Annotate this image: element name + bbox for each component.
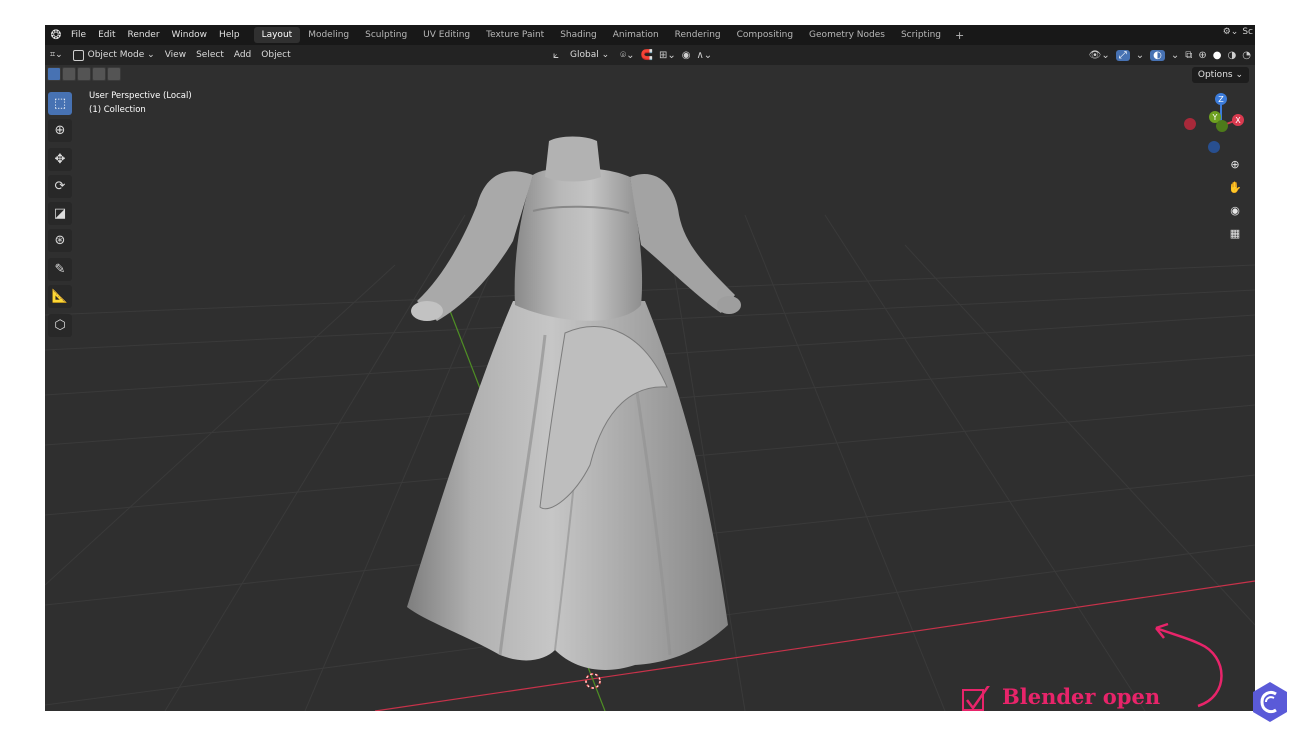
orientation-icon: ⟀ (553, 49, 559, 61)
tab-uv-editing[interactable]: UV Editing (415, 27, 478, 43)
material-shading-icon[interactable]: ◑ (1228, 50, 1237, 61)
tab-animation[interactable]: Animation (605, 27, 667, 43)
chevron-down-icon: ⌄ (144, 50, 155, 60)
gizmo-dropdown-icon[interactable]: ⌄ (1136, 50, 1144, 61)
brand-logo-icon (1253, 682, 1287, 722)
measure-tool[interactable]: 📐 (48, 285, 72, 308)
overlay-toggle-icon[interactable]: ◐ (1150, 49, 1165, 61)
annotate-tool[interactable]: ✎ (48, 258, 72, 281)
add-workspace-button[interactable]: + (949, 29, 970, 42)
orientation-label: Global (570, 50, 599, 60)
curved-arrow-icon (1155, 622, 1223, 708)
proportional-edit-icon[interactable]: ◉ (682, 50, 691, 61)
mode-dropdown[interactable]: Object Mode ⌄ (68, 49, 160, 61)
menu-object[interactable]: Object (256, 50, 295, 60)
checkbox-check-icon (962, 686, 990, 711)
viewport-header: ⌗⌄ Object Mode ⌄ View Select Add Object … (45, 45, 1255, 65)
scene-label: Sc (1242, 27, 1253, 37)
rotate-icon: ⟳ (54, 179, 66, 194)
rotate-tool[interactable]: ⟳ (48, 175, 72, 198)
visibility-icon[interactable]: 👁⌄ (1089, 50, 1110, 61)
tab-geometry-nodes[interactable]: Geometry Nodes (801, 27, 893, 43)
menu-view[interactable]: View (160, 50, 191, 60)
editor-type-icon[interactable]: ⌗⌄ (45, 50, 68, 60)
y-axis-label: Y (1212, 113, 1218, 122)
workspace-tabs: Layout Modeling Sculpting UV Editing Tex… (253, 27, 971, 43)
3d-cursor-tool-icon: ⊕ (54, 123, 66, 138)
ruler-icon: 📐 (51, 289, 69, 304)
tab-sculpting[interactable]: Sculpting (357, 27, 415, 43)
left-toolbar: ⬚ ⊕ ✥ ⟳ ◪ ⊛ ✎ 📐 ⬡ (48, 92, 74, 341)
tab-scripting[interactable]: Scripting (893, 27, 949, 43)
neg-x-axis-handle (1184, 118, 1196, 130)
menu-select[interactable]: Select (191, 50, 229, 60)
viewport-display-controls: 👁⌄ ⤢ ⌄ ◐ ⌄ ⧉ ⊕ ● ◑ ◔ (1089, 45, 1251, 65)
snap-icon[interactable]: 🧲 (641, 50, 653, 61)
tab-layout[interactable]: Layout (253, 27, 301, 43)
menu-render[interactable]: Render (122, 30, 166, 40)
dress-mesh (407, 136, 741, 670)
scale-icon: ◪ (53, 206, 67, 221)
blender-logo-icon[interactable]: ❂ (47, 28, 65, 43)
menu-edit[interactable]: Edit (92, 30, 121, 40)
menu-add[interactable]: Add (229, 50, 256, 60)
tab-compositing[interactable]: Compositing (729, 27, 801, 43)
mode-label: Object Mode (87, 50, 145, 60)
gizmo-toggle-icon[interactable]: ⤢ (1115, 49, 1130, 61)
transform-icon: ⊛ (54, 233, 66, 248)
neg-z-axis-handle (1208, 141, 1220, 153)
watermark-label: Blender open (1002, 684, 1161, 709)
scale-tool[interactable]: ◪ (48, 202, 72, 225)
z-axis-label: Z (1218, 95, 1224, 104)
3d-viewport[interactable] (45, 65, 1255, 711)
tab-rendering[interactable]: Rendering (667, 27, 729, 43)
overlay-dropdown-icon[interactable]: ⌄ (1171, 50, 1179, 61)
cursor-tool[interactable]: ⊕ (48, 119, 72, 142)
menu-window[interactable]: Window (166, 30, 214, 40)
view-perspective-label: User Perspective (Local) (89, 91, 192, 101)
transform-controls: ⟀ Global ⌄ ⌾⌄ 🧲 ⊞⌄ ◉ ∧⌄ (553, 45, 712, 65)
cursor-select-icon: ⬚ (53, 96, 67, 111)
scene-icon: ⚙⌄ (1222, 27, 1239, 37)
tab-modeling[interactable]: Modeling (300, 27, 357, 43)
perspective-grid-icon[interactable]: ▦ (1227, 226, 1243, 242)
collection-label: (1) Collection (89, 105, 146, 115)
wireframe-shading-icon[interactable]: ⊕ (1198, 50, 1206, 61)
neg-y-axis-handle (1216, 120, 1228, 132)
object-mode-icon (72, 49, 84, 61)
rendered-shading-icon[interactable]: ◔ (1242, 50, 1251, 61)
navigation-gizmo[interactable]: Z X Y (1181, 90, 1253, 156)
add-cube-icon: ⬡ (54, 318, 66, 333)
camera-icon[interactable]: ◉ (1227, 203, 1243, 219)
falloff-icon[interactable]: ∧⌄ (696, 50, 712, 61)
pencil-icon: ✎ (54, 262, 66, 277)
zoom-icon[interactable]: ⊕ (1227, 157, 1243, 173)
tab-shading[interactable]: Shading (552, 27, 605, 43)
blender-window: ❂ File Edit Render Window Help Layout Mo… (45, 25, 1255, 711)
transform-tool[interactable]: ⊛ (48, 229, 72, 252)
solid-shading-icon[interactable]: ● (1213, 50, 1222, 61)
scene-selector[interactable]: ⚙⌄ Sc (1223, 27, 1253, 37)
pan-hand-icon[interactable]: ✋ (1227, 180, 1243, 196)
orientation-dropdown[interactable]: Global ⌄ (565, 50, 614, 60)
pivot-icon[interactable]: ⌾⌄ (620, 50, 634, 61)
x-axis-label: X (1235, 116, 1241, 125)
move-arrows-icon: ✥ (54, 152, 66, 167)
select-box-tool[interactable]: ⬚ (48, 92, 72, 115)
snap-increment-icon[interactable]: ⊞⌄ (659, 50, 676, 61)
xray-icon[interactable]: ⧉ (1185, 50, 1192, 61)
move-tool[interactable]: ✥ (48, 148, 72, 171)
top-menu-bar: ❂ File Edit Render Window Help Layout Mo… (45, 25, 1255, 45)
menu-help[interactable]: Help (213, 30, 246, 40)
add-cube-tool[interactable]: ⬡ (48, 314, 72, 337)
tab-texture-paint[interactable]: Texture Paint (478, 27, 552, 43)
menu-file[interactable]: File (65, 30, 92, 40)
